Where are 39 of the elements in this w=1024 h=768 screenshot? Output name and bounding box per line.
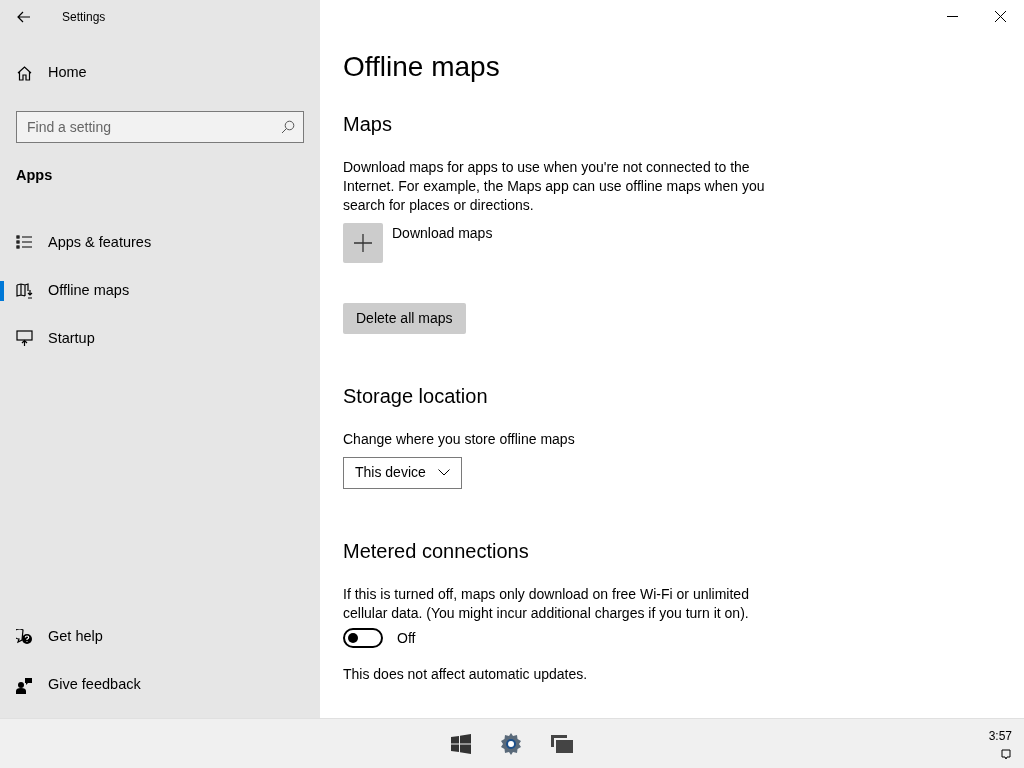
back-arrow-icon [17, 10, 31, 23]
delete-button[interactable]: Delete all maps [343, 302, 466, 334]
footer-link[interactable]: Give feedback [0, 661, 320, 709]
add-button[interactable] [343, 222, 383, 263]
nav-item[interactable]: Apps & features [0, 218, 320, 267]
close-icon [994, 10, 1006, 22]
search-field[interactable]: Find a setting [16, 111, 304, 143]
download-label: Download maps [392, 223, 493, 243]
section-heading: Metered connections [343, 538, 530, 563]
section-heading: Apps [15, 166, 54, 185]
home-link[interactable]: Home [0, 49, 320, 97]
window-title: Settings [62, 8, 106, 26]
task-view-icon[interactable] [551, 734, 573, 753]
footer-link[interactable]: Get help [0, 613, 320, 661]
map-icon [16, 282, 33, 300]
plus-icon [354, 233, 372, 252]
field-label: Change where you store offline maps [343, 429, 576, 449]
description-text: If this is turned off, maps only download on free Wi-Fi or unlimited cellular data. (You might incur additional charges if you turn it on). [343, 584, 750, 623]
section-heading: Maps [343, 111, 393, 136]
list-icon [16, 234, 33, 252]
description-text: Download maps for apps to use when you're not connected to the Internet. For example, the Maps app can use offline maps when you search for places or directions. [343, 157, 766, 215]
gear-icon[interactable] [499, 731, 523, 756]
help-icon [16, 628, 33, 646]
windows-logo-icon[interactable] [451, 733, 471, 754]
toggle-switch[interactable] [343, 628, 383, 649]
clock-time: 3:57 [988, 728, 1012, 745]
notification-icon[interactable] [1001, 749, 1011, 761]
location-dropdown[interactable]: This device [343, 456, 462, 489]
search-icon [281, 120, 295, 134]
chevron-down-icon [437, 469, 450, 477]
home-icon [16, 64, 33, 82]
monitor-icon [16, 330, 33, 348]
feedback-icon [16, 676, 33, 694]
nav-item[interactable]: Offline maps [0, 266, 320, 315]
nav-item[interactable]: Startup [0, 314, 320, 363]
section-heading: Storage location [343, 383, 489, 408]
page-title: Offline maps [343, 50, 501, 84]
toggle-label: Off [397, 628, 416, 648]
note-text: This does not affect automatic updates. [343, 664, 589, 684]
